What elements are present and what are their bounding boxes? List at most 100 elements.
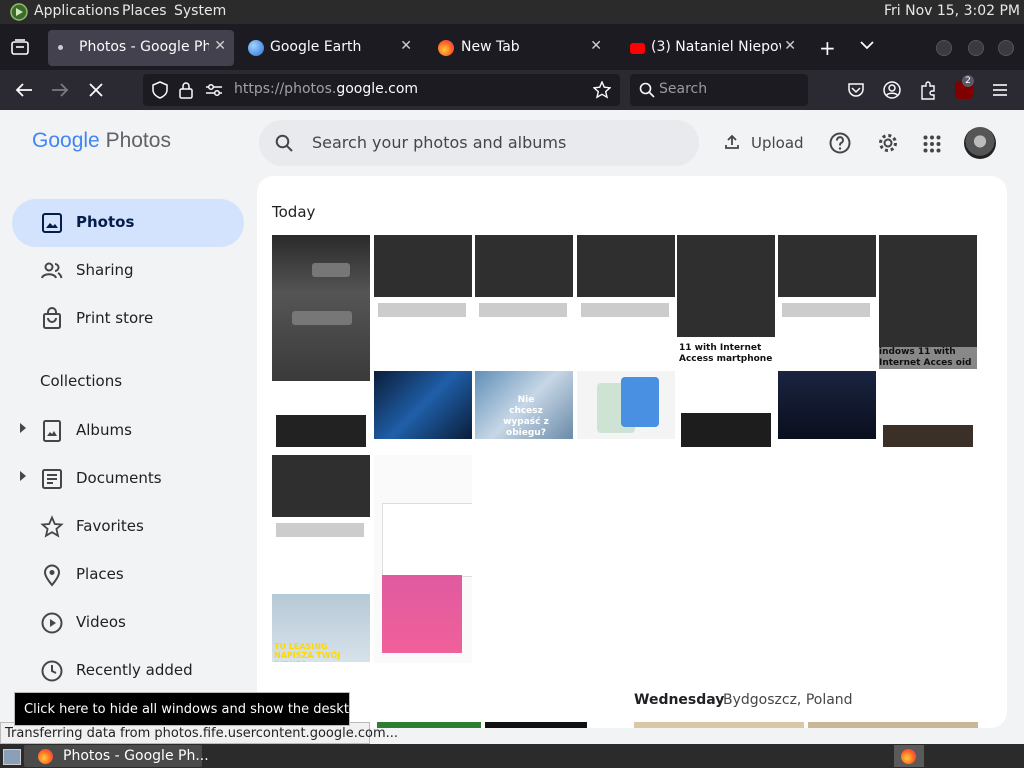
close-tab-icon[interactable]: ✕ xyxy=(214,38,226,54)
google-apps-grid-icon[interactable] xyxy=(923,135,941,153)
photo-thumbnail[interactable] xyxy=(374,371,472,439)
settings-gear-icon[interactable] xyxy=(877,132,899,154)
expand-triangle-icon[interactable] xyxy=(20,423,26,433)
thumb-screenshot xyxy=(778,235,876,297)
photo-thumbnail[interactable]: Nie chcesz wypaść z obiegu? xyxy=(475,371,573,439)
sidebar-label: Favorites xyxy=(76,517,144,535)
thumb-screenshot xyxy=(475,235,573,297)
url-bar[interactable]: https://photos.google.com xyxy=(143,74,620,106)
photo-thumbnail[interactable] xyxy=(634,722,804,728)
forward-arrow-icon[interactable] xyxy=(51,82,69,98)
tab-new-tab[interactable]: New Tab ✕ xyxy=(430,30,610,66)
account-icon[interactable] xyxy=(883,81,901,99)
sidebar-item-albums[interactable]: Albums xyxy=(12,407,244,455)
section-today-heading: Today xyxy=(272,203,316,221)
photo-thumbnail[interactable]: 11 with Internet Access martphone Using … xyxy=(677,235,775,451)
pocket-icon[interactable] xyxy=(847,81,865,99)
sidebar-label: Videos xyxy=(76,613,126,631)
expand-triangle-icon[interactable] xyxy=(20,471,26,481)
extension-badge-count: 2 xyxy=(962,75,974,87)
photo-thumbnail[interactable] xyxy=(778,371,876,439)
thumb-blur-block xyxy=(312,263,350,277)
hamburger-menu-icon[interactable] xyxy=(992,83,1008,97)
sidebar-item-recently-added[interactable]: Recently added xyxy=(12,647,244,695)
list-all-tabs-chevron-icon[interactable] xyxy=(860,40,874,50)
sidebar-item-photos[interactable]: Photos xyxy=(12,199,244,247)
sidebar-item-videos[interactable]: Videos xyxy=(12,599,244,647)
menu-system[interactable]: System xyxy=(174,3,226,19)
extensions-puzzle-icon[interactable] xyxy=(919,80,937,100)
photo-thumbnail[interactable] xyxy=(272,455,370,587)
search-icon xyxy=(639,82,655,98)
section-wednesday-heading: Wednesday xyxy=(634,692,725,708)
back-arrow-icon[interactable] xyxy=(15,82,33,98)
photo-thumbnail[interactable]: TU LEASING NAPISZA TWÓJ BIZNES xyxy=(272,594,370,662)
window-minimize-icon[interactable] xyxy=(936,40,952,56)
thumb-screenshot xyxy=(276,415,366,447)
thumb-text-block xyxy=(378,303,466,317)
google-photos-logo[interactable]: Google Photos xyxy=(32,129,171,153)
taskbar-window-button[interactable]: Photos - Google Ph... xyxy=(24,745,209,767)
sidebar-item-print-store[interactable]: Print store xyxy=(12,295,244,343)
photo-icon xyxy=(42,213,62,233)
menu-applications[interactable]: Applications xyxy=(34,3,120,19)
tab-google-earth[interactable]: Google Earth ✕ xyxy=(240,30,420,66)
photo-thumbnail[interactable]: indows 11 with Internet Acces oid Smartp… xyxy=(879,235,977,451)
url-prefix: https://photos. xyxy=(234,81,337,97)
photo-thumbnail[interactable] xyxy=(272,235,370,451)
lock-icon[interactable] xyxy=(179,81,193,99)
sidebar-item-sharing[interactable]: Sharing xyxy=(12,247,244,295)
photo-thumbnail[interactable] xyxy=(577,371,675,439)
sidebar-label: Albums xyxy=(76,421,132,439)
browser-search-box[interactable]: Search xyxy=(630,74,808,106)
thumb-screenshot xyxy=(577,235,675,297)
distro-logo-icon[interactable] xyxy=(10,3,28,21)
photo-thumbnail[interactable] xyxy=(808,722,978,728)
photo-thumbnail[interactable] xyxy=(374,455,472,663)
photos-search-bar[interactable]: Search your photos and albums xyxy=(259,120,699,166)
tab-label: Google Earth xyxy=(270,39,362,55)
sidebar-item-favorites[interactable]: Favorites xyxy=(12,503,244,551)
thumb-tablet xyxy=(621,377,659,427)
photo-thumbnail[interactable] xyxy=(485,722,587,728)
account-avatar[interactable] xyxy=(964,127,996,159)
thumb-text-block xyxy=(782,303,870,317)
stop-loading-icon[interactable] xyxy=(88,82,104,98)
bottom-taskbar: Photos - Google Ph... xyxy=(0,744,1024,768)
thumb-blur-block xyxy=(292,311,352,325)
firefox-icon xyxy=(438,40,454,56)
photo-thumbnail[interactable] xyxy=(475,235,573,367)
location-pin-icon xyxy=(43,564,61,587)
photo-thumbnail[interactable] xyxy=(577,235,675,367)
photo-thumbnail[interactable] xyxy=(374,235,472,367)
window-maximize-icon[interactable] xyxy=(968,40,984,56)
workspace-switcher[interactable] xyxy=(894,745,924,767)
upload-label: Upload xyxy=(751,134,804,152)
tab-overview-icon[interactable] xyxy=(11,39,29,55)
window-close-icon[interactable] xyxy=(998,40,1014,56)
help-icon[interactable] xyxy=(829,132,851,154)
url-text[interactable]: https://photos.google.com xyxy=(234,81,418,97)
people-icon xyxy=(41,262,63,279)
close-tab-icon[interactable]: ✕ xyxy=(400,38,412,54)
close-tab-icon[interactable]: ✕ xyxy=(784,38,796,54)
permissions-sliders-icon[interactable] xyxy=(205,83,223,97)
close-tab-icon[interactable]: ✕ xyxy=(590,38,602,54)
thumb-screenshot xyxy=(272,455,370,517)
tab-youtube[interactable]: (3) Nataniel Niepowie ✕ xyxy=(622,30,802,66)
search-icon[interactable] xyxy=(275,134,293,152)
url-domain: google.com xyxy=(336,81,419,97)
menu-places[interactable]: Places xyxy=(122,3,167,19)
logo-photos-text: Photos xyxy=(105,129,171,152)
photo-thumbnail[interactable] xyxy=(778,235,876,367)
tracking-protection-shield-icon[interactable] xyxy=(152,81,168,99)
tab-google-photos[interactable]: Photos - Google Phot ✕ xyxy=(48,30,234,66)
new-tab-plus-icon[interactable]: + xyxy=(819,36,836,60)
top-panel: Applications Places System Fri Nov 15, 3… xyxy=(0,0,1024,24)
thumb-screenshot xyxy=(879,235,977,347)
sidebar-item-documents[interactable]: Documents xyxy=(12,455,244,503)
show-desktop-icon[interactable] xyxy=(3,749,21,765)
clock[interactable]: Fri Nov 15, 3:02 PM xyxy=(884,3,1020,19)
bookmark-star-icon[interactable] xyxy=(593,81,611,99)
sidebar-item-places[interactable]: Places xyxy=(12,551,244,599)
